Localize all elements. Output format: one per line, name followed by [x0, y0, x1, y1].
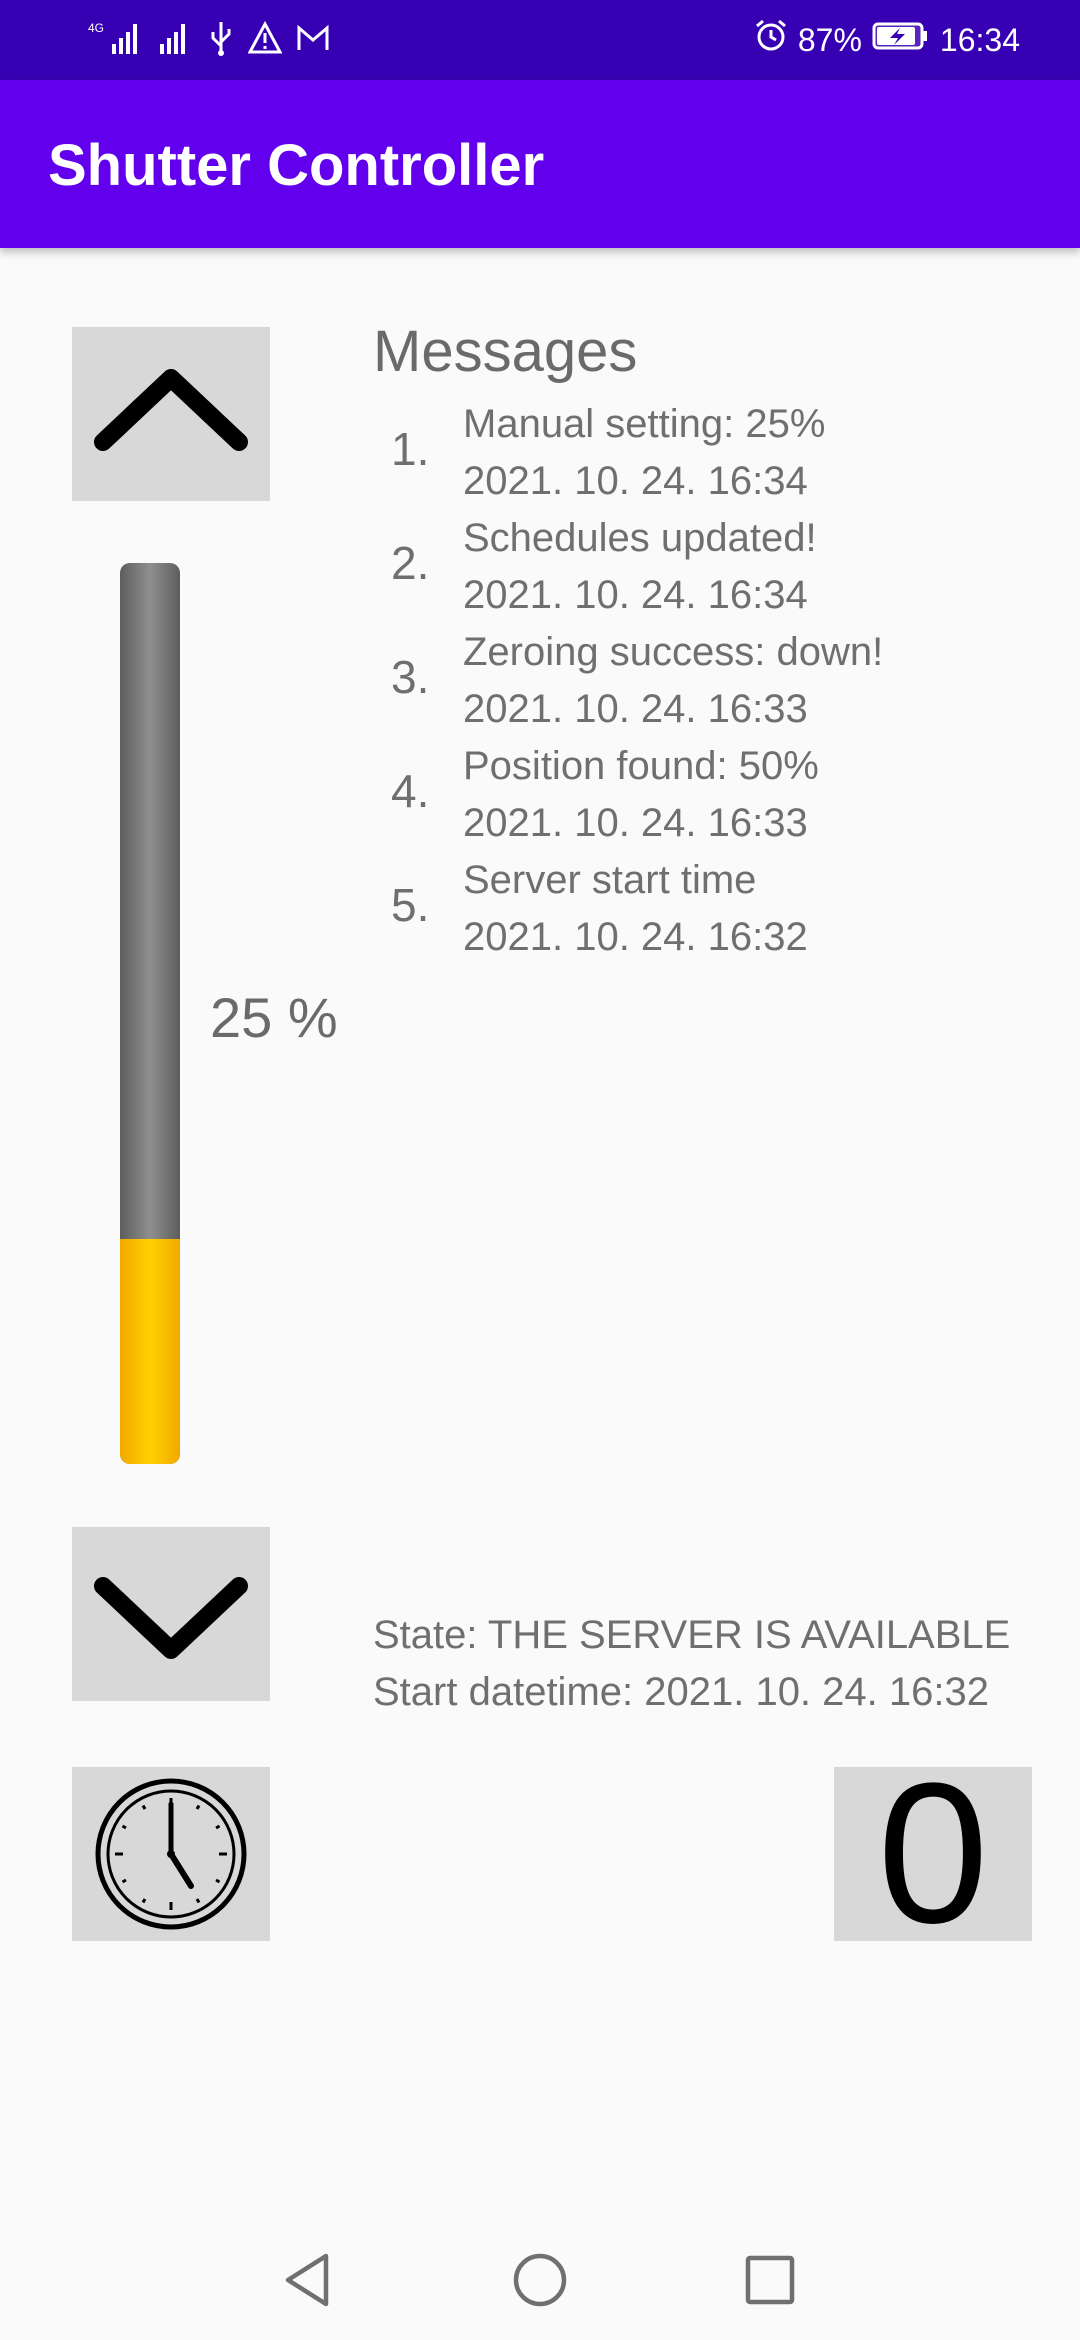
back-triangle-icon	[285, 2253, 329, 2307]
message-text: Schedules updated! 2021. 10. 24. 16:34	[463, 510, 817, 624]
status-icons-right: 87% 16:34	[754, 18, 1020, 62]
battery-charging-icon	[872, 18, 930, 62]
schedule-button[interactable]	[72, 1767, 270, 1941]
position-percent-label: 25 %	[210, 986, 338, 1049]
server-state: State: THE SERVER IS AVAILABLE Start dat…	[373, 1607, 1010, 1721]
message-text: Zeroing success: down! 2021. 10. 24. 16:3…	[463, 624, 883, 738]
message-body: Schedules updated!	[463, 516, 817, 560]
clock-tick	[195, 1898, 201, 1904]
usb-icon	[208, 20, 234, 61]
message-timestamp: 2021. 10. 24. 16:32	[463, 915, 808, 959]
shutter-up-button[interactable]	[72, 327, 270, 501]
home-button[interactable]	[508, 2248, 572, 2312]
message-number: 2.	[391, 537, 430, 589]
shutter-position-slider[interactable]	[120, 563, 180, 1464]
message-number: 5.	[391, 879, 430, 931]
messages-title: Messages	[373, 319, 638, 384]
message-text: Manual setting: 25% 2021. 10. 24. 16:34	[463, 396, 825, 510]
back-button[interactable]	[276, 2248, 340, 2312]
app-title: Shutter Controller	[48, 133, 545, 198]
message-body: Manual setting: 25%	[463, 402, 826, 446]
navigation-bar	[0, 2220, 1080, 2340]
signal-icon	[158, 20, 194, 61]
mail-icon	[296, 20, 330, 61]
home-circle-icon	[513, 2253, 567, 2307]
zero-label: 0	[877, 1742, 989, 1965]
start-datetime-line: Start datetime: 2021. 10. 24. 16:32	[373, 1670, 989, 1714]
state-line: State: THE SERVER IS AVAILABLE	[373, 1613, 1011, 1657]
clock-tick	[141, 1804, 147, 1810]
message-number: 4.	[391, 765, 430, 817]
clock-tick	[215, 1824, 221, 1830]
status-icons-left: 4G	[88, 20, 330, 60]
clock-tick	[121, 1878, 127, 1884]
svg-text:4G: 4G	[88, 21, 104, 35]
recents-button[interactable]	[738, 2248, 802, 2312]
message-timestamp: 2021. 10. 24. 16:33	[463, 801, 808, 845]
slider-fill	[120, 1238, 180, 1464]
clock-icon	[95, 1778, 247, 1930]
message-text: Server start time 2021. 10. 24. 16:32	[463, 852, 808, 966]
message-body: Zeroing success: down!	[463, 630, 884, 674]
chevron-up-icon	[94, 369, 248, 451]
signal-icon: 4G	[88, 20, 144, 61]
chevron-down-icon	[94, 1577, 248, 1659]
recents-square-icon	[745, 2255, 795, 2305]
clock-tick	[215, 1878, 221, 1884]
message-number: 1.	[391, 423, 430, 475]
shutter-down-button[interactable]	[72, 1527, 270, 1701]
app-bar: Shutter Controller	[0, 80, 1080, 248]
zeroing-button[interactable]: 0	[834, 1754, 1032, 1954]
message-body: Server start time	[463, 858, 757, 902]
message-timestamp: 2021. 10. 24. 16:34	[463, 573, 808, 617]
warning-icon	[247, 20, 283, 61]
status-bar: 4G 87% 16:34	[0, 0, 1080, 80]
clock-tick	[195, 1804, 201, 1810]
clock-tick	[121, 1824, 127, 1830]
battery-percent: 87%	[797, 21, 862, 58]
message-body: Position found: 50%	[463, 744, 819, 788]
message-timestamp: 2021. 10. 24. 16:33	[463, 687, 808, 731]
clock-time: 16:34	[939, 21, 1020, 58]
message-number: 3.	[391, 651, 430, 703]
message-text: Position found: 50% 2021. 10. 24. 16:33	[463, 738, 819, 852]
clock-tick	[141, 1898, 147, 1904]
alarm-icon	[754, 18, 788, 62]
message-timestamp: 2021. 10. 24. 16:34	[463, 459, 808, 503]
